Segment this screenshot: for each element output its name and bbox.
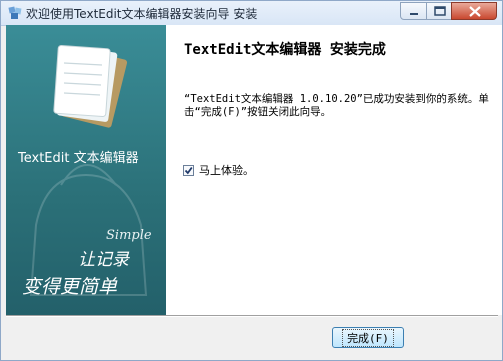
notepad-icon: [53, 44, 128, 128]
sidebar-slogan-line2: 变得更简单: [22, 276, 118, 298]
close-button[interactable]: [451, 2, 497, 20]
completion-message: “TextEdit文本编辑器 1.0.10.20”已成功安装到你的系统。单击“完…: [184, 93, 489, 118]
finish-button-label: 完成(F): [342, 328, 394, 347]
sidebar-product-name: TextEdit 文本编辑器: [18, 151, 139, 166]
completion-heading: TextEdit文本编辑器 安装完成: [184, 42, 386, 58]
maximize-icon: [434, 6, 446, 16]
installer-app-icon: [8, 6, 22, 19]
run-now-label[interactable]: 马上体验。: [199, 162, 254, 178]
footer-divider: [6, 315, 498, 317]
maximize-button[interactable]: [426, 2, 452, 20]
finish-button[interactable]: 完成(F): [332, 327, 404, 348]
installer-window: 欢迎使用TextEdit文本编辑器安装向导 安装 Simple 让记录 变得更简…: [0, 0, 503, 361]
checkmark-icon: [184, 166, 193, 174]
wizard-sidebar-banner: Simple 让记录 变得更简单 TextEdit 文本编辑器: [6, 25, 166, 315]
run-now-checkbox[interactable]: [183, 164, 194, 176]
run-now-option[interactable]: 马上体验。: [183, 162, 254, 178]
wizard-content-panel: TextEdit文本编辑器 安装完成 “TextEdit文本编辑器 1.0.10…: [166, 25, 502, 315]
sidebar-english-word: Simple: [106, 228, 152, 243]
sidebar-slogan-line1: 让记录: [78, 250, 130, 270]
close-icon: [469, 6, 481, 17]
title-bar[interactable]: 欢迎使用TextEdit文本编辑器安装向导 安装: [1, 1, 502, 26]
window-title: 欢迎使用TextEdit文本编辑器安装向导 安装: [26, 7, 258, 21]
notepad-artwork: Simple 让记录 变得更简单: [22, 44, 152, 298]
minimize-button[interactable]: [400, 2, 427, 20]
minimize-icon: [410, 13, 418, 15]
